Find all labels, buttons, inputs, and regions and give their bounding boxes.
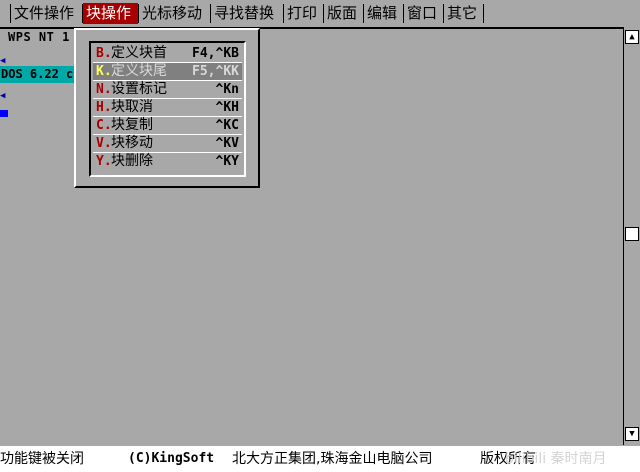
menu-item-label: 块复制 xyxy=(111,117,153,133)
hotkey-letter: K. xyxy=(96,64,112,79)
scroll-down-icon[interactable]: ▼ xyxy=(625,427,639,441)
bilibili-watermark: bilibili 秦时南月 xyxy=(505,451,607,467)
menu-item-shortcut: ^KY xyxy=(215,154,239,169)
menu-cursor-move[interactable]: 光标移动 xyxy=(139,3,210,24)
block-menu-dropdown: B. 定义块首 F4,^KB K. 定义块尾 F5,^KK N. 设置标记 ^K… xyxy=(74,28,260,188)
menu-item-delete-block[interactable]: Y. 块删除 ^KY xyxy=(93,153,242,170)
hotkey-letter: C. xyxy=(96,118,112,133)
menu-layout[interactable]: 版面 xyxy=(324,3,363,24)
hotkey-letter: H. xyxy=(96,100,112,115)
menu-window[interactable]: 窗口 xyxy=(404,3,443,24)
menu-bar: 文件操作 块操作 光标移动 寻找替换 打印 版面 编辑 窗口 其它 xyxy=(0,0,640,29)
hotkey-letter: N. xyxy=(96,82,112,97)
menu-item-set-marker[interactable]: N. 设置标记 ^Kn xyxy=(93,81,242,98)
menu-item-label: 块删除 xyxy=(111,153,153,169)
menu-item-move-block[interactable]: V. 块移动 ^KV xyxy=(93,135,242,152)
hotkey-letter: V. xyxy=(96,136,112,151)
scroll-thumb[interactable] xyxy=(625,227,639,241)
menu-item-label: 设置标记 xyxy=(111,81,167,97)
menu-item-label: 块取消 xyxy=(111,99,153,115)
block-menu-frame: B. 定义块首 F4,^KB K. 定义块尾 F5,^KK N. 设置标记 ^K… xyxy=(89,41,246,177)
left-arrow-icon: ◀ xyxy=(0,56,6,66)
menu-item-copy-block[interactable]: C. 块复制 ^KC xyxy=(93,117,242,134)
menu-separator xyxy=(483,4,484,23)
menu-item-shortcut: F5,^KK xyxy=(192,64,239,79)
menu-item-label: 定义块首 xyxy=(111,45,167,61)
company-text: 北大方正集团,珠海金山电脑公司 xyxy=(232,451,433,467)
menu-item-label: 块移动 xyxy=(111,135,153,151)
menu-block[interactable]: 块操作 xyxy=(83,3,138,24)
scroll-up-icon[interactable]: ▲ xyxy=(625,30,639,44)
menu-item-shortcut: F4,^KB xyxy=(192,46,239,61)
hotkey-letter: Y. xyxy=(96,154,112,169)
menu-item-shortcut: ^KH xyxy=(215,100,239,115)
menu-other[interactable]: 其它 xyxy=(444,3,483,24)
menu-file[interactable]: 文件操作 xyxy=(11,3,82,24)
text-cursor xyxy=(0,110,8,117)
function-key-status: 功能键被关闭 xyxy=(0,451,84,467)
menu-item-define-block-end[interactable]: K. 定义块尾 F5,^KK xyxy=(93,63,242,80)
menu-item-shortcut: ^KV xyxy=(215,136,239,151)
menu-item-label: 定义块尾 xyxy=(111,63,167,79)
menu-item-shortcut: ^Kn xyxy=(215,82,239,97)
vertical-scrollbar[interactable]: ▲ ▼ xyxy=(623,27,640,445)
menu-find-replace[interactable]: 寻找替换 xyxy=(211,3,283,24)
menu-item-shortcut: ^KC xyxy=(215,118,239,133)
menu-item-cancel-block[interactable]: H. 块取消 ^KH xyxy=(93,99,242,116)
copyright-text: (C)KingSoft xyxy=(128,451,215,466)
menu-item-define-block-start[interactable]: B. 定义块首 F4,^KB xyxy=(93,45,242,62)
menu-edit[interactable]: 编辑 xyxy=(364,3,403,24)
left-arrow-icon: ◀ xyxy=(0,91,6,101)
hotkey-letter: B. xyxy=(96,46,112,61)
document-window-title: WPS NT 1 xyxy=(8,30,70,44)
menu-print[interactable]: 打印 xyxy=(284,3,323,24)
